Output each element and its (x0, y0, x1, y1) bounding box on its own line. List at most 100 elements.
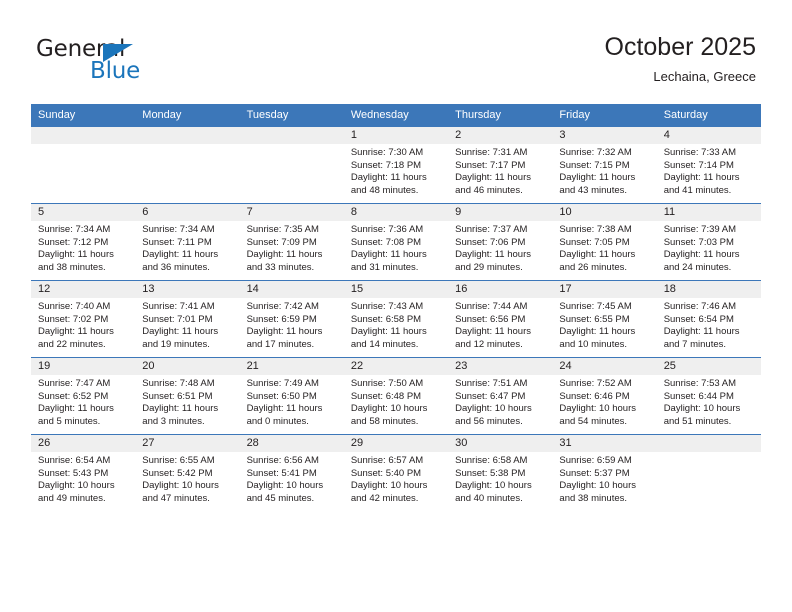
calendar-day-cell[interactable]: 14 Sunrise: 7:42 AM Sunset: 6:59 PM Dayligh… (239, 280, 344, 358)
day-detail-line-4: and 36 minutes. (142, 261, 210, 273)
day-number: 27 (135, 435, 240, 452)
calendar-day-cell[interactable]: 3 Sunrise: 7:32 AM Sunset: 7:15 PM Daylight… (552, 126, 657, 204)
weekday-header-tuesday: Tuesday (239, 104, 344, 127)
calendar-day-cell[interactable] (135, 126, 240, 204)
day-detail-line-4: and 58 minutes. (350, 415, 419, 427)
calendar-day: 29 Sunrise: 6:57 AM Sunset: 5:40 PM Dayligh… (343, 435, 449, 511)
calendar-day-cell[interactable]: 21 Sunrise: 7:49 AM Sunset: 6:50 PM Dayligh… (239, 357, 344, 435)
calendar-day-cell[interactable]: 22 Sunrise: 7:50 AM Sunset: 6:48 PM Dayligh… (343, 357, 449, 435)
calendar-day-cell[interactable]: 27 Sunrise: 6:55 AM Sunset: 5:42 PM Dayligh… (135, 434, 240, 511)
day-number: 29 (343, 435, 449, 452)
day-number: 31 (552, 435, 657, 452)
calendar-day-cell[interactable]: 20 Sunrise: 7:48 AM Sunset: 6:51 PM Dayligh… (135, 357, 240, 435)
calendar-day-cell[interactable]: 2 Sunrise: 7:31 AM Sunset: 7:17 PM Daylight… (448, 126, 553, 204)
calendar-day-cell[interactable] (656, 434, 761, 511)
day-number: 4 (656, 127, 761, 144)
day-detail-line-3: Daylight: 11 hours (559, 172, 636, 184)
calendar-day: 20 Sunrise: 7:48 AM Sunset: 6:51 PM Dayligh… (135, 358, 240, 434)
day-detail-line-3: Daylight: 10 hours (559, 403, 636, 415)
day-detail-line-2: Sunset: 5:40 PM (350, 467, 422, 479)
day-detail-line-3: Daylight: 11 hours (663, 172, 740, 184)
day-detail-line-2: Sunset: 7:06 PM (455, 236, 526, 248)
day-detail-line-3: Daylight: 10 hours (455, 403, 532, 415)
day-detail-line-4: and 54 minutes. (559, 415, 628, 427)
day-detail-line-2: Sunset: 6:55 PM (559, 313, 630, 325)
calendar-day-cell[interactable]: 26 Sunrise: 6:54 AM Sunset: 5:43 PM Dayligh… (31, 434, 136, 511)
day-detail-line-1: Sunrise: 7:39 AM (663, 224, 737, 235)
calendar-day: 5 Sunrise: 7:34 AM Sunset: 7:12 PM Daylight… (31, 204, 136, 280)
calendar-day-cell[interactable]: 31 Sunrise: 6:59 AM Sunset: 5:37 PM Dayligh… (552, 434, 657, 511)
day-detail-line-4: and 51 minutes. (663, 415, 732, 427)
calendar-day-cell[interactable]: 15 Sunrise: 7:43 AM Sunset: 6:58 PM Dayligh… (343, 280, 449, 358)
day-detail-line-4: and 3 minutes. (142, 415, 205, 427)
calendar-day-cell[interactable] (239, 126, 344, 204)
day-detail-line-4: and 19 minutes. (142, 338, 210, 350)
day-detail-line-4: and 43 minutes. (559, 184, 628, 196)
calendar-day-cell[interactable]: 28 Sunrise: 6:56 AM Sunset: 5:41 PM Dayligh… (239, 434, 344, 511)
calendar-day-cell[interactable]: 16 Sunrise: 7:44 AM Sunset: 6:56 PM Dayligh… (448, 280, 553, 358)
day-detail-line-3: Daylight: 11 hours (455, 172, 531, 184)
calendar-day-cell[interactable] (31, 126, 136, 204)
day-detail-line-2: Sunset: 7:09 PM (246, 236, 317, 248)
calendar-day-cell[interactable]: 29 Sunrise: 6:57 AM Sunset: 5:40 PM Dayligh… (343, 434, 449, 511)
calendar-day: 21 Sunrise: 7:49 AM Sunset: 6:50 PM Dayligh… (239, 358, 344, 434)
day-detail-line-2: Sunset: 6:59 PM (246, 313, 317, 325)
calendar-day-cell[interactable]: 7 Sunrise: 7:35 AM Sunset: 7:09 PM Daylight… (239, 203, 344, 281)
day-detail-line-1: Sunrise: 7:30 AM (350, 147, 424, 158)
calendar-day-cell[interactable]: 18 Sunrise: 7:46 AM Sunset: 6:54 PM Dayligh… (656, 280, 761, 358)
calendar-day-cell[interactable]: 17 Sunrise: 7:45 AM Sunset: 6:55 PM Dayligh… (552, 280, 657, 358)
day-number: 22 (343, 358, 449, 375)
day-detail-line-1: Sunrise: 7:43 AM (350, 301, 424, 312)
calendar-day-cell[interactable]: 8 Sunrise: 7:36 AM Sunset: 7:08 PM Daylight… (343, 203, 449, 281)
day-detail: Sunrise: 7:34 AM Sunset: 7:12 PM Daylight:… (31, 221, 135, 274)
day-detail-line-3: Daylight: 11 hours (38, 249, 114, 261)
brand-name-bottom: Blue (90, 58, 141, 84)
day-number: 5 (31, 204, 136, 221)
calendar-day-cell[interactable]: 25 Sunrise: 7:53 AM Sunset: 6:44 PM Dayligh… (656, 357, 761, 435)
day-detail-line-1: Sunrise: 6:57 AM (350, 455, 424, 466)
day-detail: Sunrise: 6:58 AM Sunset: 5:38 PM Daylight:… (448, 452, 552, 505)
brand-logo[interactable]: General Blue (36, 36, 216, 92)
calendar-day-cell[interactable]: 4 Sunrise: 7:33 AM Sunset: 7:14 PM Daylight… (656, 126, 761, 204)
day-detail-line-3: Daylight: 11 hours (142, 326, 219, 338)
calendar-week-row: 19 Sunrise: 7:47 AM Sunset: 6:52 PM Dayligh… (31, 357, 761, 435)
day-detail: Sunrise: 6:57 AM Sunset: 5:40 PM Daylight:… (344, 452, 448, 505)
day-detail-line-2: Sunset: 5:38 PM (455, 467, 526, 479)
day-number: 26 (31, 435, 136, 452)
day-detail-line-4: and 38 minutes. (559, 492, 628, 504)
calendar-day-cell[interactable]: 11 Sunrise: 7:39 AM Sunset: 7:03 PM Dayligh… (656, 203, 761, 281)
calendar-day-cell[interactable]: 13 Sunrise: 7:41 AM Sunset: 7:01 PM Dayligh… (135, 280, 240, 358)
calendar-day-cell[interactable]: 5 Sunrise: 7:34 AM Sunset: 7:12 PM Daylight… (31, 203, 136, 281)
calendar-day-cell[interactable]: 1 Sunrise: 7:30 AM Sunset: 7:18 PM Daylight… (343, 126, 449, 204)
day-detail-line-1: Sunrise: 6:58 AM (455, 455, 528, 466)
calendar-day: 12 Sunrise: 7:40 AM Sunset: 7:02 PM Dayligh… (31, 281, 136, 357)
day-detail-line-2: Sunset: 6:48 PM (350, 390, 422, 402)
calendar-day: 22 Sunrise: 7:50 AM Sunset: 6:48 PM Dayligh… (343, 358, 449, 434)
calendar-day-cell[interactable]: 30 Sunrise: 6:58 AM Sunset: 5:38 PM Dayligh… (448, 434, 553, 511)
calendar-day-cell[interactable]: 6 Sunrise: 7:34 AM Sunset: 7:11 PM Daylight… (135, 203, 240, 281)
calendar-day-cell[interactable]: 19 Sunrise: 7:47 AM Sunset: 6:52 PM Dayligh… (31, 357, 136, 435)
day-detail: Sunrise: 7:42 AM Sunset: 6:59 PM Daylight:… (240, 298, 344, 351)
day-detail-line-2: Sunset: 7:05 PM (559, 236, 630, 248)
calendar-day-empty (135, 127, 240, 203)
calendar-day-cell[interactable]: 10 Sunrise: 7:38 AM Sunset: 7:05 PM Dayligh… (552, 203, 657, 281)
calendar-day-cell[interactable]: 12 Sunrise: 7:40 AM Sunset: 7:02 PM Dayligh… (31, 280, 136, 358)
weekday-header-wednesday: Wednesday (343, 104, 449, 127)
day-detail-line-3: Daylight: 10 hours (350, 403, 428, 415)
day-detail: Sunrise: 7:50 AM Sunset: 6:48 PM Daylight:… (344, 375, 448, 428)
calendar-day: 4 Sunrise: 7:33 AM Sunset: 7:14 PM Daylight… (656, 127, 761, 203)
calendar-day-cell[interactable]: 24 Sunrise: 7:52 AM Sunset: 6:46 PM Dayligh… (552, 357, 657, 435)
calendar-day-cell[interactable]: 9 Sunrise: 7:37 AM Sunset: 7:06 PM Daylight… (448, 203, 553, 281)
calendar-week-row: 1 Sunrise: 7:30 AM Sunset: 7:18 PM Daylight… (31, 126, 761, 204)
day-detail-line-3: Daylight: 11 hours (559, 249, 636, 261)
day-number: 15 (343, 281, 449, 298)
day-detail-line-1: Sunrise: 6:55 AM (142, 455, 215, 466)
day-number: 23 (448, 358, 553, 375)
calendar-day-cell[interactable]: 23 Sunrise: 7:51 AM Sunset: 6:47 PM Dayligh… (448, 357, 553, 435)
day-number: 17 (552, 281, 657, 298)
day-number: 18 (656, 281, 761, 298)
day-number: 25 (656, 358, 761, 375)
day-detail: Sunrise: 7:35 AM Sunset: 7:09 PM Daylight:… (240, 221, 344, 274)
day-number: 3 (552, 127, 657, 144)
day-number: 30 (448, 435, 553, 452)
